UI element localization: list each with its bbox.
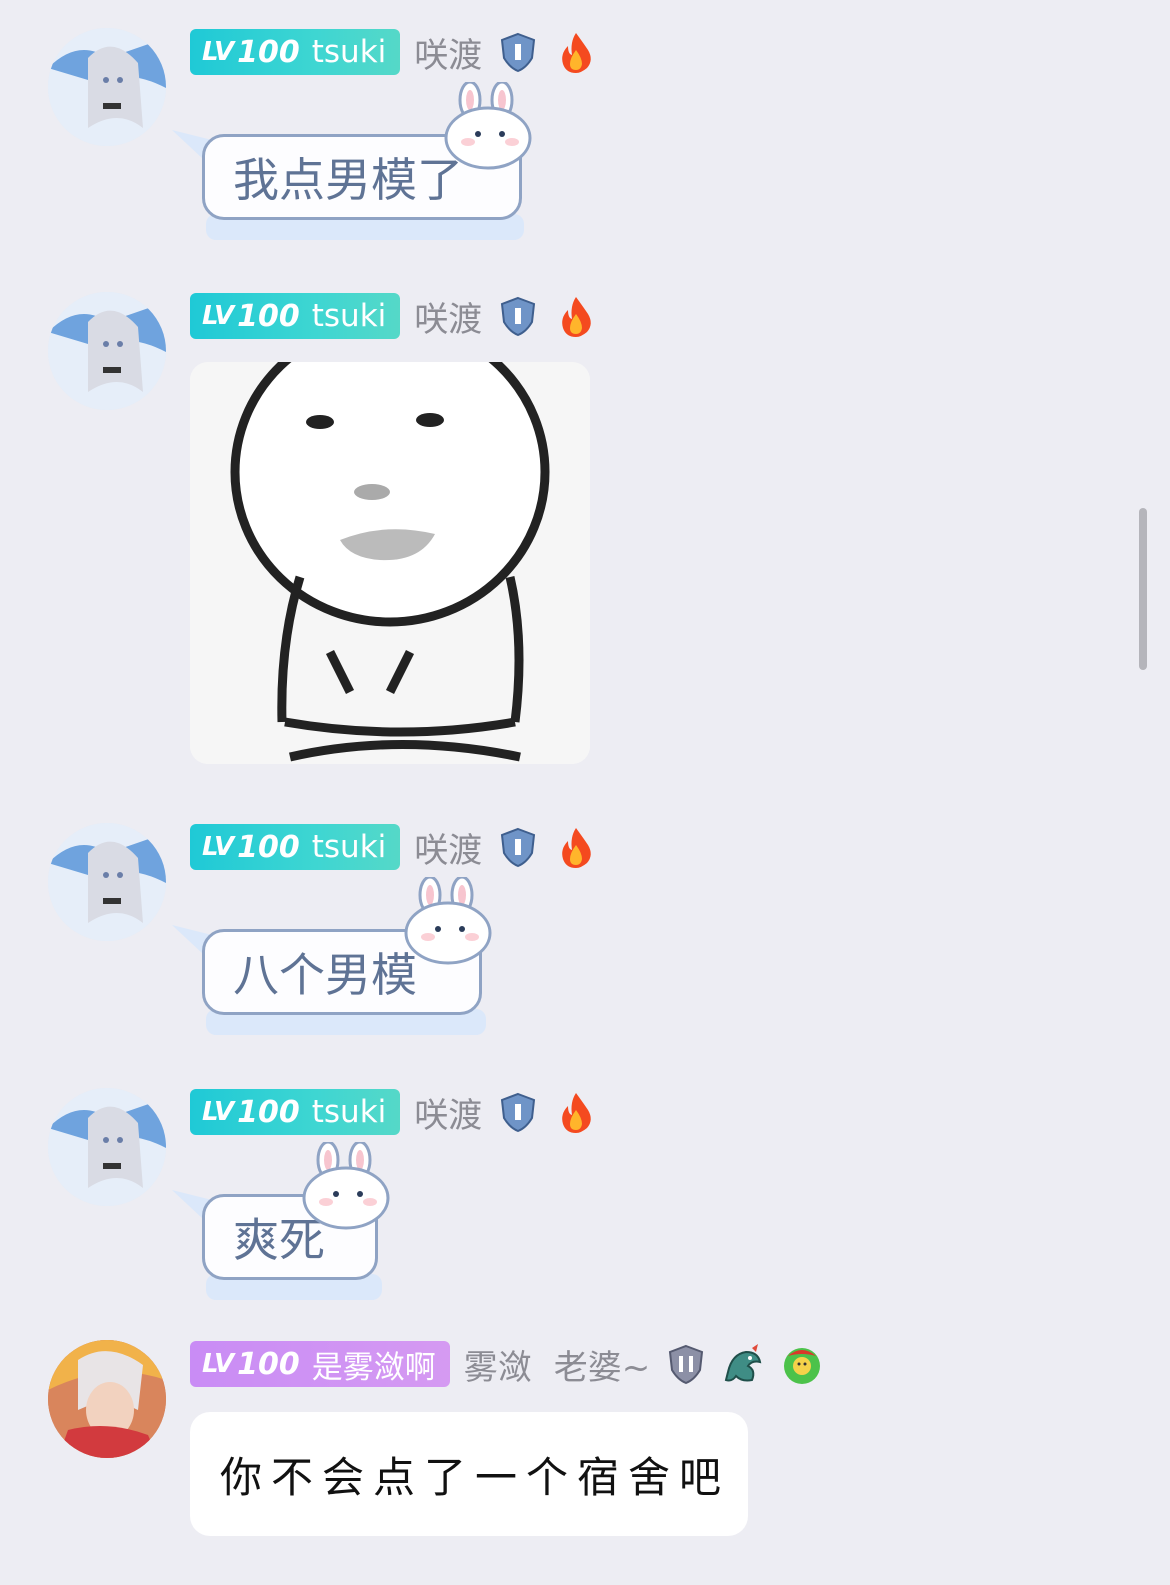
rabbit-decoration-icon <box>444 82 532 170</box>
level-number: 100 <box>237 1346 300 1382</box>
badge-name: tsuki <box>311 1094 387 1130</box>
sender-nickname[interactable]: 咲渡 <box>414 28 482 77</box>
text-bubble[interactable]: 爽死 <box>172 1142 390 1300</box>
avatar-tsuki[interactable] <box>48 292 166 410</box>
level-number: 100 <box>237 298 300 334</box>
sender-remark: 老婆~ <box>553 1347 651 1388</box>
badge-name: tsuki <box>311 34 387 70</box>
level-label: LV <box>202 301 234 331</box>
fire-icon <box>554 30 598 74</box>
level-number: 100 <box>237 829 300 865</box>
sender-nickname[interactable]: 咲渡 <box>414 292 482 341</box>
shield-rank-icon <box>664 1342 708 1386</box>
message-header: LV 100 tsuki 咲渡 <box>190 1088 598 1136</box>
avatar-tsuki[interactable] <box>48 1088 166 1206</box>
level-badge[interactable]: LV 100 tsuki <box>190 29 401 75</box>
sender-nickname[interactable]: 雾潋 <box>464 1340 532 1389</box>
level-label: LV <box>202 37 234 67</box>
shield-rank-icon <box>496 825 540 869</box>
message-text: 我点男模了 <box>233 153 463 207</box>
level-badge[interactable]: LV 100 tsuki <box>190 293 401 339</box>
meme-face-sticker[interactable] <box>190 362 590 764</box>
fire-icon <box>554 825 598 869</box>
shield-rank-icon <box>496 294 540 338</box>
message-header: LV 100 tsuki 咲渡 <box>190 28 598 76</box>
avatar-tsuki[interactable] <box>48 28 166 146</box>
message-text: 八个男模 <box>233 948 417 1002</box>
level-badge[interactable]: LV 100 是雾潋啊 <box>190 1341 450 1387</box>
avatar-tsuki[interactable] <box>48 823 166 941</box>
level-label: LV <box>202 832 234 862</box>
dragon-icon <box>722 1342 766 1386</box>
avatar-wulian[interactable] <box>48 1340 166 1458</box>
message-header: LV 100 是雾潋啊 雾潋 老婆~ <box>190 1340 824 1388</box>
level-badge[interactable]: LV 100 tsuki <box>190 824 401 870</box>
badge-name: tsuki <box>311 298 387 334</box>
level-label: LV <box>202 1349 234 1379</box>
text-bubble[interactable]: 八个男模 <box>172 877 500 1035</box>
sender-nickname[interactable]: 咲渡 <box>414 823 482 872</box>
level-badge[interactable]: LV 100 tsuki <box>190 1089 401 1135</box>
level-number: 100 <box>237 34 300 70</box>
sender-nickname[interactable]: 咲渡 <box>414 1088 482 1137</box>
text-bubble[interactable]: 我点男模了 <box>172 82 540 240</box>
fire-icon <box>554 294 598 338</box>
rabbit-decoration-icon <box>302 1142 390 1230</box>
level-number: 100 <box>237 1094 300 1130</box>
badge-name: tsuki <box>311 829 387 865</box>
message-header: LV 100 tsuki 咲渡 <box>190 823 598 871</box>
fire-icon <box>554 1090 598 1134</box>
text-bubble[interactable]: 你不会点了一个宿舍吧 <box>190 1412 748 1536</box>
scrollbar[interactable] <box>1139 508 1147 670</box>
message-header: LV 100 tsuki 咲渡 <box>190 292 598 340</box>
shield-rank-icon <box>496 30 540 74</box>
level-label: LV <box>202 1097 234 1127</box>
message-text: 你不会点了一个宿舍吧 <box>220 1452 731 1502</box>
green-face-icon <box>780 1342 824 1386</box>
shield-rank-icon <box>496 1090 540 1134</box>
rabbit-decoration-icon <box>404 877 492 965</box>
badge-name: 是雾潋啊 <box>311 1349 436 1386</box>
